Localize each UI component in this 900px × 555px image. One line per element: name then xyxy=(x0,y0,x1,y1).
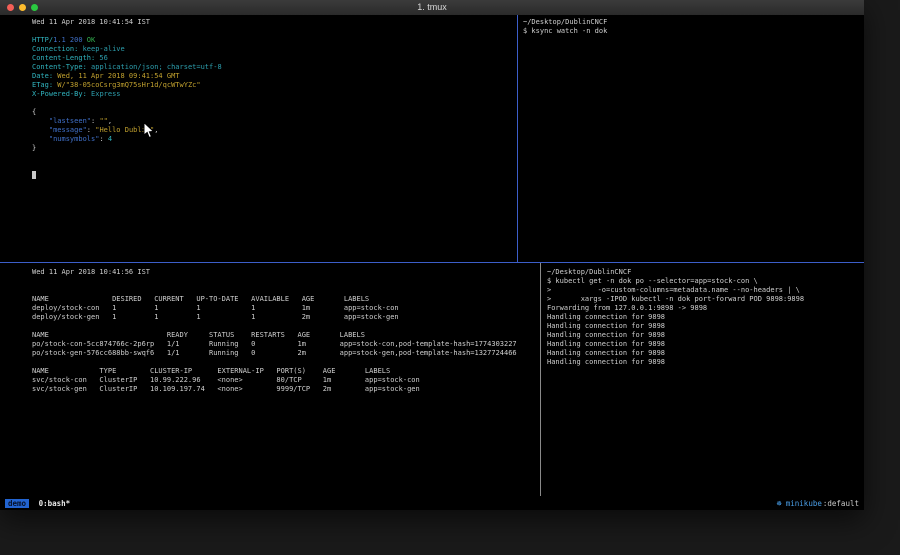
terminal-line: "message": "Hello Dublin", xyxy=(32,126,513,135)
terminal-line: Wed 11 Apr 2018 10:41:56 IST xyxy=(32,268,536,277)
terminal-line: Forwarding from 127.0.0.1:9898 -> 9898 xyxy=(547,304,860,313)
minimize-button[interactable] xyxy=(19,4,26,11)
terminal-line: "numsymbols": 4 xyxy=(32,135,513,144)
terminal-line: Wed 11 Apr 2018 10:41:54 IST xyxy=(32,18,513,27)
terminal-line: } xyxy=(32,144,513,153)
terminal-line: NAME DESIRED CURRENT UP-TO-DATE AVAILABL… xyxy=(32,295,536,304)
terminal-line xyxy=(32,162,513,171)
window-titlebar[interactable]: 1. tmux xyxy=(0,0,864,15)
terminal-line: Content-Length: 56 xyxy=(32,54,513,63)
terminal-line: po/stock-con-5cc874766c-2p6rp 1/1 Runnin… xyxy=(32,340,536,349)
terminal-line: "lastseen": "", xyxy=(32,117,513,126)
terminal-line xyxy=(32,277,536,286)
tmux-terminal: Wed 11 Apr 2018 10:41:54 IST HTTP/1.1 20… xyxy=(0,15,864,510)
terminal-line: Date: Wed, 11 Apr 2018 09:41:54 GMT xyxy=(32,72,513,81)
terminal-line xyxy=(32,358,536,367)
terminal-line xyxy=(32,153,513,162)
terminal-line: NAME READY STATUS RESTARTS AGE LABELS xyxy=(32,331,536,340)
terminal-line xyxy=(32,286,536,295)
window-title: 1. tmux xyxy=(0,0,864,15)
terminal-line: Content-Type: application/json; charset=… xyxy=(32,63,513,72)
terminal-line: X-Powered-By: Express xyxy=(32,90,513,99)
terminal-line: NAME TYPE CLUSTER-IP EXTERNAL-IP PORT(S)… xyxy=(32,367,536,376)
terminal-line: Handling connection for 9898 xyxy=(547,340,860,349)
terminal-line: $ kubectl get -n dok po --selector=app=s… xyxy=(547,277,860,286)
terminal-line xyxy=(32,27,513,36)
terminal-line: HTTP/1.1 200 OK xyxy=(32,36,513,45)
pane-http-response[interactable]: Wed 11 Apr 2018 10:41:54 IST HTTP/1.1 20… xyxy=(0,15,517,262)
close-button[interactable] xyxy=(7,4,14,11)
status-right: ☸ minikube :default xyxy=(777,499,859,508)
terminal-line xyxy=(32,171,513,180)
terminal-line: deploy/stock-con 1 1 1 1 1m app=stock-co… xyxy=(32,304,536,313)
kubernetes-helm-icon: ☸ xyxy=(777,499,782,508)
terminal-line: deploy/stock-gen 1 1 1 1 2m app=stock-ge… xyxy=(32,313,536,322)
terminal-line: Handling connection for 9898 xyxy=(547,349,860,358)
window-tab-bash[interactable]: 0:bash* xyxy=(39,499,71,508)
pane-port-forward[interactable]: ~/Desktop/DublinCNCF$ kubectl get -n dok… xyxy=(541,263,864,496)
terminal-window: 1. tmux Wed 11 Apr 2018 10:41:54 IST HTT… xyxy=(0,0,864,510)
terminal-line: $ ksync watch -n dok xyxy=(523,27,860,36)
status-left: demo 0:bash* xyxy=(5,499,70,508)
terminal-line: ETag: W/"38-05coCsrg3mQ75sHr1d/qcWTwYZc" xyxy=(32,81,513,90)
terminal-line: Handling connection for 9898 xyxy=(547,358,860,367)
traffic-lights xyxy=(0,4,38,11)
terminal-line: svc/stock-gen ClusterIP 10.109.197.74 <n… xyxy=(32,385,536,394)
terminal-line: Handling connection for 9898 xyxy=(547,322,860,331)
terminal-line: ~/Desktop/DublinCNCF xyxy=(523,18,860,27)
terminal-line: svc/stock-con ClusterIP 10.99.222.96 <no… xyxy=(32,376,536,385)
bottom-pane-row: Wed 11 Apr 2018 10:41:56 IST NAME DESIRE… xyxy=(0,263,864,496)
terminal-line: { xyxy=(32,108,513,117)
terminal-line: > xargs -IPOD kubectl -n dok port-forwar… xyxy=(547,295,860,304)
pane-ksync-watch[interactable]: ~/Desktop/DublinCNCF$ ksync watch -n dok xyxy=(518,15,864,262)
mouse-cursor-icon xyxy=(143,122,155,140)
pane-kubectl-resources[interactable]: Wed 11 Apr 2018 10:41:56 IST NAME DESIRE… xyxy=(0,263,540,496)
terminal-line: po/stock-gen-576cc688bb-swqf6 1/1 Runnin… xyxy=(32,349,536,358)
kube-context: minikube xyxy=(786,499,822,508)
zoom-button[interactable] xyxy=(31,4,38,11)
terminal-line: Connection: keep-alive xyxy=(32,45,513,54)
top-pane-row: Wed 11 Apr 2018 10:41:54 IST HTTP/1.1 20… xyxy=(0,15,864,262)
session-name-badge: demo xyxy=(5,499,29,508)
terminal-line: Handling connection for 9898 xyxy=(547,313,860,322)
terminal-line: ~/Desktop/DublinCNCF xyxy=(547,268,860,277)
terminal-line: > -o=custom-columns=metadata.name --no-h… xyxy=(547,286,860,295)
terminal-line: Handling connection for 9898 xyxy=(547,331,860,340)
terminal-line xyxy=(32,99,513,108)
tmux-status-bar: demo 0:bash* ☸ minikube :default xyxy=(0,496,864,510)
terminal-line xyxy=(32,322,536,331)
kube-namespace: :default xyxy=(823,499,859,508)
